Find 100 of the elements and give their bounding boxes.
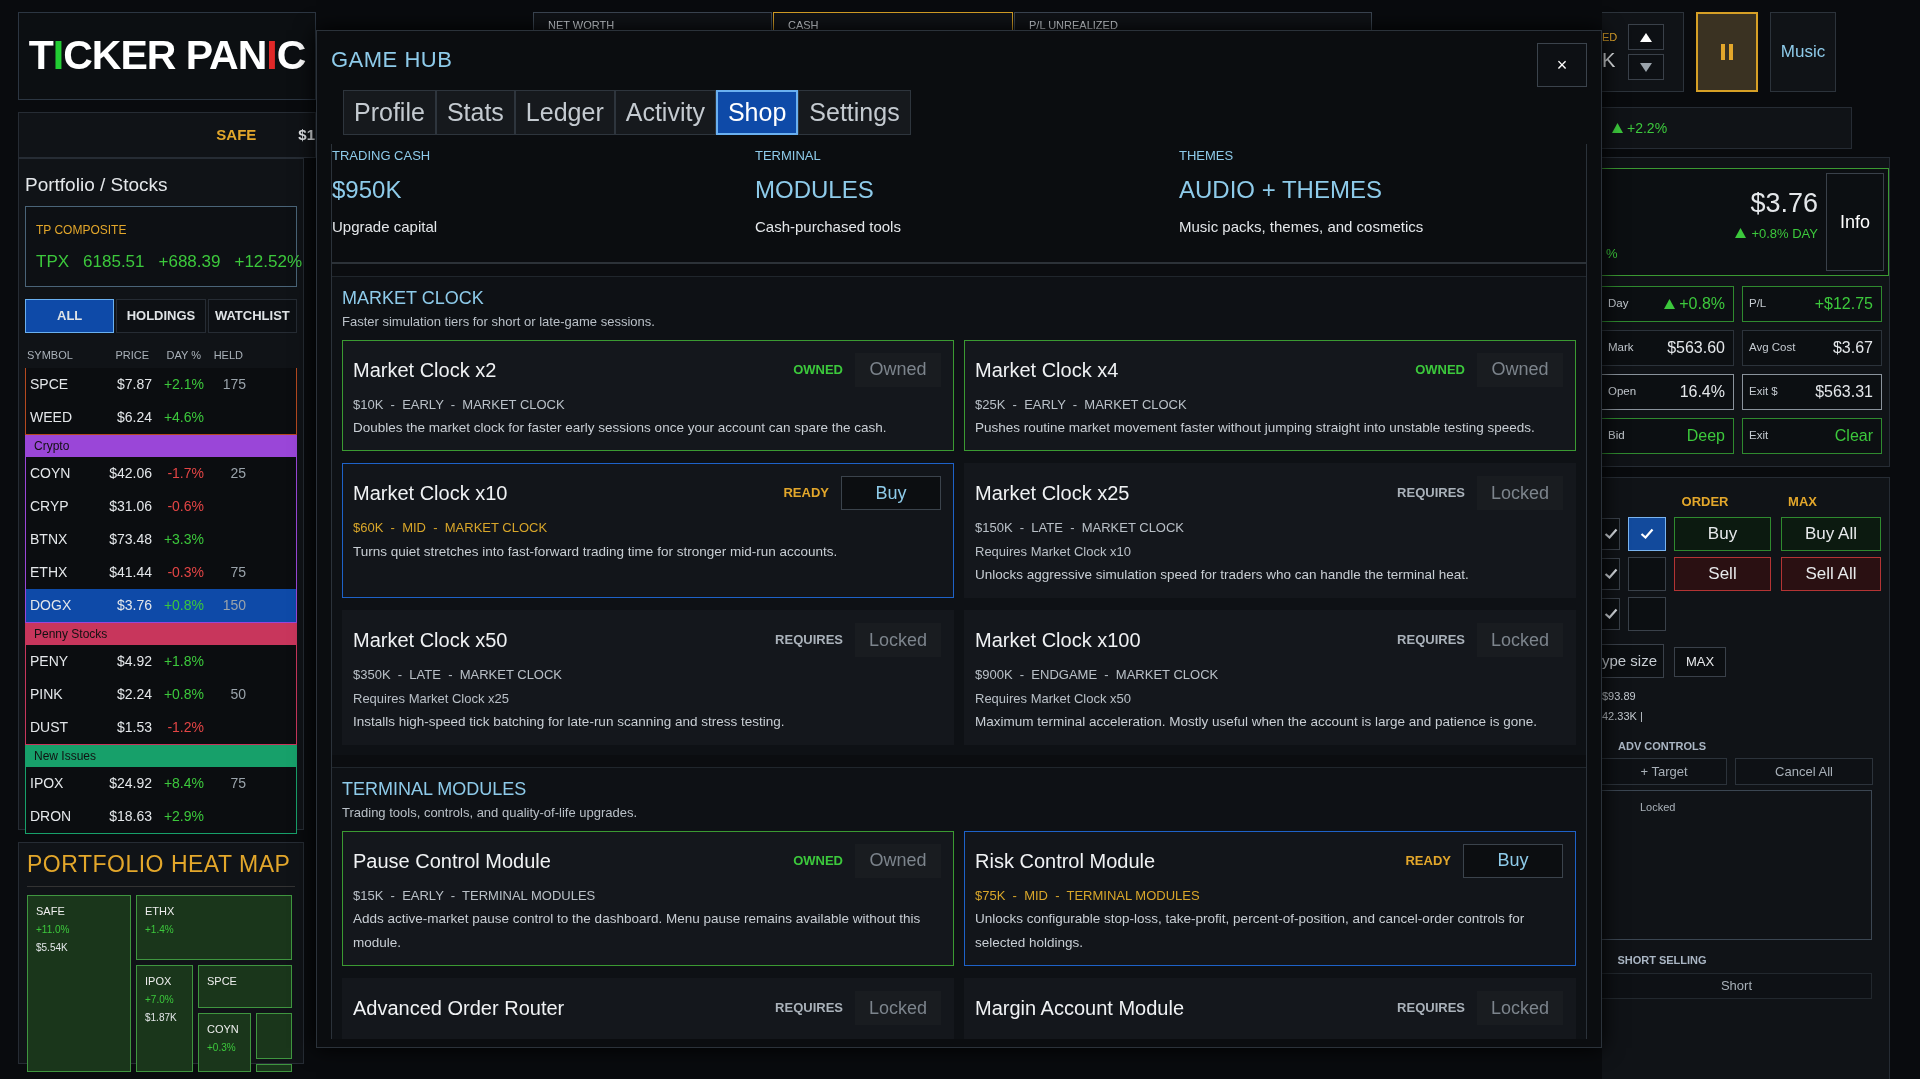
control-button[interactable]: + Target [1602, 758, 1727, 785]
summary-label: TRADING CASH [332, 147, 432, 165]
trade-button[interactable]: Sell [1674, 556, 1771, 591]
stock-price: $3.76 [1749, 187, 1818, 220]
summary-value: $950K [332, 174, 403, 205]
pause-icon [1721, 44, 1733, 60]
filter-tab[interactable]: ALL [25, 299, 115, 333]
stock-row[interactable]: CRYP $31.06 -0.6% [26, 489, 296, 523]
up-button[interactable] [1628, 24, 1664, 50]
tab[interactable]: Shop [715, 90, 799, 135]
checkbox[interactable] [1628, 596, 1666, 631]
buy-button[interactable]: Buy [841, 476, 941, 510]
group-header: Crypto [26, 434, 296, 457]
locked-button[interactable]: Locked [855, 991, 941, 1025]
checkmark-icon [1603, 528, 1618, 539]
symbol-cell-text: DUST [30, 717, 70, 737]
stat-label: Avg Cost [1749, 340, 1796, 356]
triangle-up-icon [1640, 32, 1652, 42]
change-cell-text: +2.9% [162, 806, 204, 826]
owned-button[interactable]: Owned [1477, 352, 1563, 387]
price-cell-text: $31.06 [108, 496, 152, 516]
pause-button[interactable] [1696, 12, 1758, 92]
tile-change: +0.3% [207, 1041, 237, 1056]
tab[interactable]: Settings [798, 90, 911, 135]
locked-button[interactable]: Locked [1477, 623, 1563, 657]
owned-button[interactable]: Owned [855, 352, 941, 387]
option-checkbox[interactable] [1602, 517, 1620, 550]
tile-name: ETHX [145, 903, 176, 919]
stock-row[interactable]: ETHX $41.44 -0.3% 75 [26, 555, 296, 589]
size-field[interactable]: ype size [1602, 643, 1664, 678]
tile-value: $5.54K [36, 941, 69, 956]
price-cell-text: $4.92 [115, 651, 152, 671]
stock-row[interactable]: PINK $2.24 +0.8% 50 [26, 677, 296, 711]
column-header: HELD [212, 348, 243, 363]
price-cell-text: $1.53 [115, 717, 152, 737]
change-cell-text: +1.8% [162, 651, 204, 671]
summary-value: AUDIO + THEMES [1179, 174, 1383, 205]
item-title: Market Clock x4 [975, 357, 1120, 383]
tile-name: IPOX [145, 973, 173, 989]
item-meta: $25K - EARLY - MARKET CLOCK [975, 395, 1188, 414]
status-label: OWNED [793, 851, 843, 870]
triangle-up-icon [1612, 123, 1623, 133]
short-button[interactable]: Short [1602, 972, 1872, 999]
tab[interactable]: Ledger [514, 90, 615, 135]
music-button[interactable]: Music [1770, 12, 1836, 92]
safe-value: $1 [298, 124, 315, 145]
close-button[interactable]: × [1537, 43, 1587, 87]
change-cell-text: +0.8% [162, 595, 204, 615]
requirement-text: Requires Market Clock x10 [975, 542, 1133, 561]
down-button[interactable] [1628, 54, 1664, 80]
stat-label: P/L UNREALIZED [1029, 19, 1118, 31]
trade-button[interactable]: Buy All [1781, 516, 1881, 551]
stat-value: $3.67 [1832, 338, 1873, 358]
stock-row[interactable]: DUST $1.53 -1.2% [26, 710, 296, 744]
max-button[interactable]: MAX [1674, 646, 1726, 677]
stock-row[interactable]: SPCE $7.87 +2.1% 175 [26, 367, 296, 401]
buy-button[interactable]: Buy [1463, 843, 1563, 878]
change-cell-text: +0.8% [162, 684, 204, 704]
stock-row[interactable]: BTNX $73.48 +3.3% [26, 522, 296, 556]
status-label: READY [1405, 851, 1451, 870]
filter-tab[interactable]: HOLDINGS [116, 299, 206, 333]
stock-row[interactable]: WEED $6.24 +4.6% [26, 400, 296, 434]
owned-button[interactable]: Owned [855, 843, 941, 878]
control-button[interactable]: Cancel All [1735, 758, 1873, 785]
speed-value: K [1602, 48, 1617, 74]
stat-label: Bid [1608, 428, 1625, 444]
tab[interactable]: Stats [435, 90, 515, 135]
tile-change: +7.0% [145, 993, 175, 1008]
stat-value: 16.4% [1679, 382, 1725, 402]
stock-row[interactable]: COYN $42.06 -1.7% 25 [26, 456, 296, 490]
locked-button[interactable]: Locked [1477, 476, 1563, 510]
filter-tab[interactable]: WATCHLIST [207, 299, 297, 333]
checkmark-icon [1640, 528, 1654, 539]
heat-map-title: PORTFOLIO HEAT MAP [27, 847, 295, 887]
option-checkbox[interactable] [1602, 597, 1620, 630]
stat-label: NET WORTH [548, 19, 615, 31]
locked-button[interactable]: Locked [1477, 991, 1563, 1025]
checkbox[interactable] [1628, 516, 1666, 551]
trade-button[interactable]: Buy [1674, 516, 1771, 551]
stock-row[interactable]: DOGX $3.76 +0.8% 150 [26, 588, 296, 622]
symbol-cell-text: IPOX [30, 773, 65, 793]
requirement-text: Requires Market Clock x50 [975, 689, 1133, 708]
item-meta: $900K - ENDGAME - MARKET CLOCK [975, 666, 1220, 684]
trade-button[interactable]: Sell All [1781, 556, 1881, 591]
info-button[interactable]: Info [1826, 173, 1884, 271]
item-meta: $60K - MID - MARKET CLOCK [353, 519, 549, 537]
composite-symbol: TPX [36, 250, 70, 273]
symbol-cell-text: BTNX [30, 529, 69, 549]
held-cell-text: 175 [221, 374, 246, 394]
stat-value: $563.31 [1815, 382, 1873, 402]
checkbox[interactable] [1628, 556, 1666, 591]
stock-row[interactable]: PENY $4.92 +1.8% [26, 644, 296, 678]
stock-row[interactable]: IPOX $24.92 +8.4% 75 [26, 766, 296, 800]
tab[interactable]: Activity [614, 90, 716, 135]
locked-button[interactable]: Locked [855, 623, 941, 657]
tab[interactable]: Profile [343, 90, 436, 135]
stat-label: P/L [1749, 296, 1767, 312]
item-description: Adds active-market pause control to the dashboard. Menu pause remains available without this module. [353, 910, 922, 952]
option-checkbox[interactable] [1602, 557, 1620, 590]
stock-row[interactable]: DRON $18.63 +2.9% [26, 799, 296, 833]
